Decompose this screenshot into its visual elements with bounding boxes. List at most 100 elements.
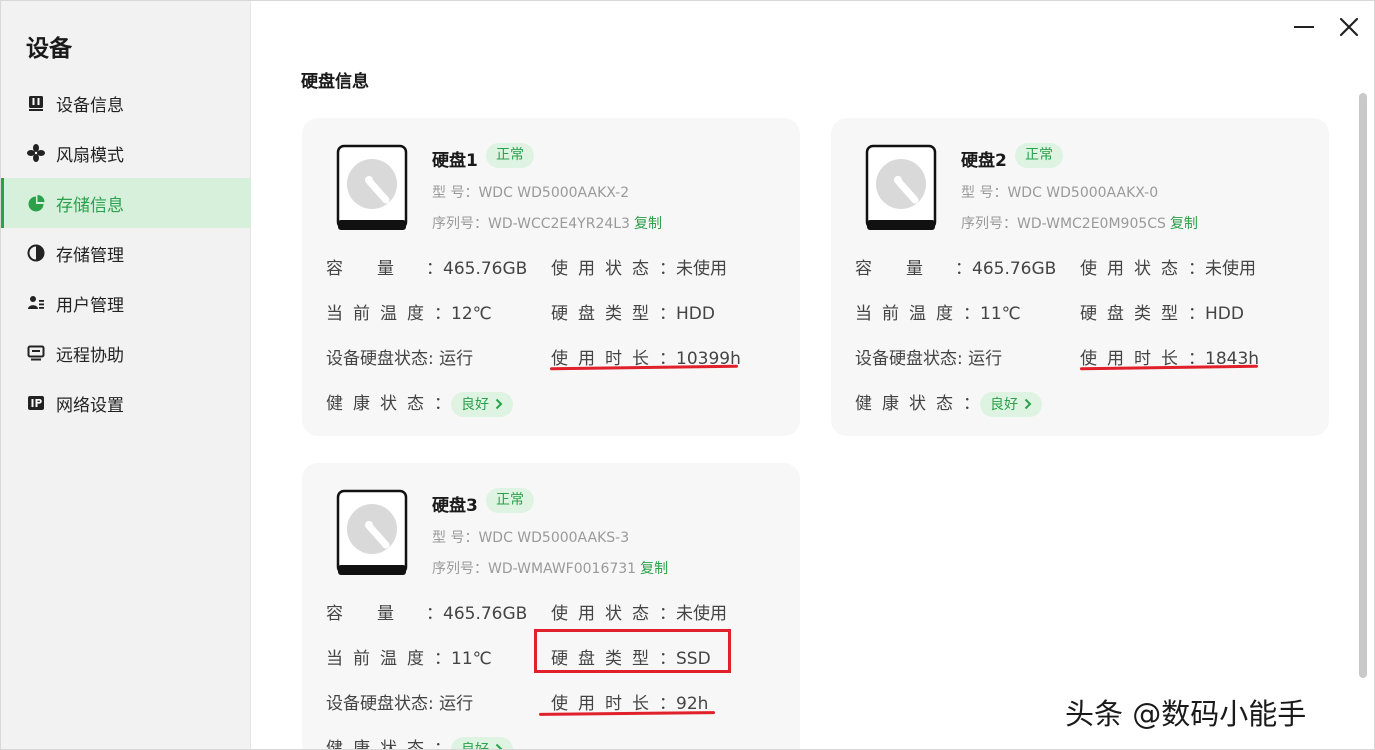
health-value: 良好 [461, 742, 489, 750]
sidebar-title: 设备 [26, 36, 72, 62]
temperature-value: 11℃ [980, 304, 1021, 324]
colon: ： [963, 304, 980, 324]
serial-value: WD-WMAWF0016731 [488, 561, 637, 577]
copy-serial-button[interactable]: 复制 [640, 561, 668, 577]
capacity-value: 465.76GB [443, 604, 528, 624]
capacity-label: 容 量 [326, 259, 394, 279]
hard-disk-icon [336, 144, 408, 232]
disk-status-row: 设备硬盘状态: 运行 [326, 689, 473, 714]
disk-status-label: 设备硬盘状态: [326, 694, 434, 714]
health-detail-button[interactable]: 良好 [980, 391, 1042, 417]
disk-serial: 序列号：WD-WCC2E4YR24L3 复制 [432, 213, 662, 233]
colon: ： [659, 304, 676, 324]
settings-window: 设备 设备信息 风扇模式 存储信息 存储管理 用户管理 远程协助 网络设置 硬盘… [0, 0, 1375, 750]
disk-type-row: 硬盘类型：HDD [551, 299, 715, 324]
disk-model: 型 号：WDC WD5000AAKS-3 [432, 527, 629, 547]
sidebar-item-label: 存储管理 [56, 245, 124, 266]
disk-card: 硬盘1 正常 型 号：WDC WD5000AAKX-2 序列号：WD-WCC2E… [302, 118, 800, 436]
disk-name: 硬盘2 [961, 151, 1007, 171]
fan-icon [26, 143, 46, 163]
health-value: 良好 [461, 397, 489, 413]
model-value: WDC WD5000AAKX-0 [1007, 185, 1159, 201]
use-status-value: 未使用 [676, 259, 727, 279]
disk-status-value: 运行 [439, 694, 474, 714]
disk-type-row: 硬盘类型：HDD [1080, 299, 1244, 324]
sidebar-item-label: 设备信息 [56, 95, 124, 116]
disk-serial: 序列号：WD-WMAWF0016731 复制 [432, 558, 668, 578]
capacity-label: 容 量 [855, 259, 923, 279]
disk-type-label: 硬盘类型 [1080, 304, 1188, 324]
sidebar-item-remote-assist[interactable]: 远程协助 [1, 328, 251, 378]
temperature-row: 当前温度：11℃ [326, 644, 492, 669]
capacity-label: 容 量 [326, 604, 394, 624]
model-value: WDC WD5000AAKX-2 [478, 185, 630, 201]
serial-label: 序列号： [961, 216, 1017, 232]
disk-model: 型 号：WDC WD5000AAKX-0 [961, 182, 1158, 202]
device-info-icon [26, 93, 46, 113]
copy-serial-button[interactable]: 复制 [634, 216, 662, 232]
serial-value: WD-WCC2E4YR24L3 [488, 216, 630, 232]
remote-monitor-icon [26, 343, 46, 363]
colon: ： [434, 739, 451, 750]
capacity-row: 容 量 ：465.76GB [326, 254, 527, 279]
colon: ： [659, 259, 676, 279]
model-label: 型 号： [432, 185, 479, 201]
disk-status-value: 运行 [968, 349, 1003, 369]
watermark: 头条 @数码小能手 [1065, 697, 1307, 731]
hard-disk-icon [336, 489, 408, 577]
disk-card: 硬盘2 正常 型 号：WDC WD5000AAKX-0 序列号：WD-WMC2E… [831, 118, 1329, 436]
close-button[interactable] [1335, 13, 1363, 41]
copy-serial-button[interactable]: 复制 [1170, 216, 1198, 232]
storage-pie-icon [26, 193, 46, 213]
sidebar-item-device-info[interactable]: 设备信息 [1, 78, 251, 128]
status-badge: 正常 [1015, 143, 1063, 168]
disk-status-row: 设备硬盘状态: 运行 [855, 344, 1002, 369]
temperature-row: 当前温度：12℃ [326, 299, 492, 324]
colon: ： [426, 259, 443, 279]
disk-name: 硬盘1 [432, 151, 478, 171]
scrollbar[interactable] [1359, 93, 1367, 678]
colon: ： [1188, 259, 1205, 279]
use-status-value: 未使用 [676, 604, 727, 624]
close-icon [1339, 17, 1359, 37]
colon: ： [434, 304, 451, 324]
use-status-label: 使用状态 [551, 259, 659, 279]
use-status-row: 使用状态：未使用 [551, 599, 727, 624]
sidebar-item-storage-manage[interactable]: 存储管理 [1, 228, 251, 278]
use-time-label: 使用时长 [551, 694, 659, 714]
model-value: WDC WD5000AAKS-3 [478, 530, 630, 546]
disk-type-value: HDD [1205, 304, 1244, 324]
storage-manage-icon [26, 243, 46, 263]
health-label: 健康状态 [326, 739, 434, 750]
capacity-value: 465.76GB [443, 259, 528, 279]
health-row: 健康状态： 良好 [326, 389, 513, 417]
model-label: 型 号： [961, 185, 1008, 201]
disk-card: 硬盘3 正常 型 号：WDC WD5000AAKS-3 序列号：WD-WMAWF… [302, 463, 800, 750]
sidebar-item-label: 存储信息 [56, 195, 124, 216]
use-status-row: 使用状态：未使用 [551, 254, 727, 279]
status-badge: 正常 [486, 488, 534, 513]
health-detail-button[interactable]: 良好 [451, 736, 513, 750]
colon: ： [426, 604, 443, 624]
colon: ： [1188, 304, 1205, 324]
chevron-right-icon [495, 398, 503, 410]
temperature-label: 当前温度 [326, 304, 434, 324]
minimize-button[interactable] [1290, 13, 1318, 41]
colon: ： [434, 649, 451, 669]
sidebar-item-storage-info[interactable]: 存储信息 [1, 178, 251, 228]
status-badge: 正常 [486, 143, 534, 168]
sidebar-item-user-manage[interactable]: 用户管理 [1, 278, 251, 328]
sidebar-item-network-settings[interactable]: 网络设置 [1, 378, 251, 428]
disk-status-row: 设备硬盘状态: 运行 [326, 344, 473, 369]
minimize-icon [1294, 26, 1314, 28]
capacity-row: 容 量 ：465.76GB [326, 599, 527, 624]
colon: ： [955, 259, 972, 279]
disk-serial: 序列号：WD-WMC2E0M905CS 复制 [961, 213, 1198, 233]
sidebar-item-fan-mode[interactable]: 风扇模式 [1, 128, 251, 178]
use-time-row: 使用时长：92h [551, 689, 708, 714]
health-detail-button[interactable]: 良好 [451, 391, 513, 417]
ip-icon [26, 393, 46, 413]
sidebar: 设备 设备信息 风扇模式 存储信息 存储管理 用户管理 远程协助 网络设置 [1, 1, 251, 749]
annotation-box [534, 629, 731, 673]
colon: ： [434, 394, 451, 414]
